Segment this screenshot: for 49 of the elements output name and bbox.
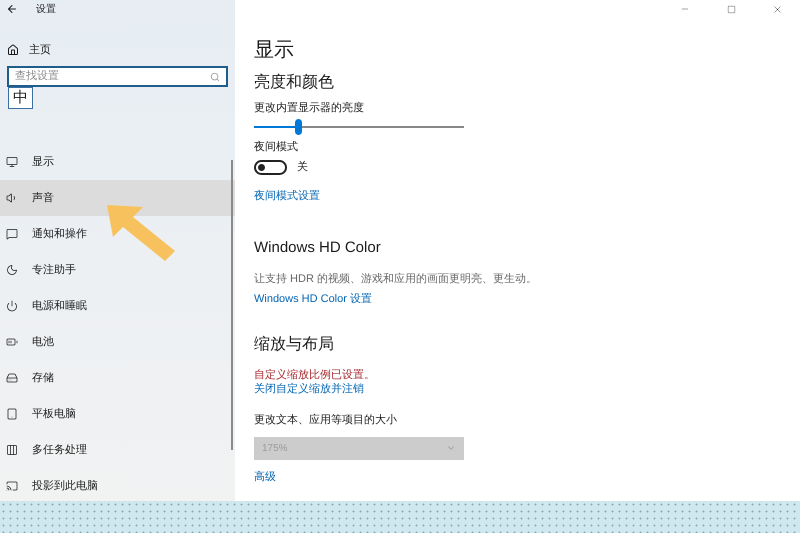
battery-icon [6, 336, 18, 348]
columns-icon [6, 444, 18, 456]
warning-text: 自定义缩放比例已设置。 [254, 368, 376, 382]
moon-icon [6, 264, 18, 276]
maximize-icon [726, 4, 736, 14]
slider-thumb[interactable] [295, 118, 302, 134]
close-icon [772, 4, 782, 14]
nav-item[interactable]: 平板电脑 [0, 396, 235, 432]
nav-item[interactable]: 声音 [0, 180, 235, 216]
section-heading: 缩放与布局 [254, 334, 335, 355]
nav-item[interactable]: 多任务处理 [0, 432, 235, 468]
home-icon[interactable] [7, 44, 19, 56]
brightness-slider[interactable] [254, 118, 464, 134]
scrollbar[interactable] [231, 160, 233, 450]
drive-icon [6, 372, 18, 384]
dropdown-label: 更改文本、应用等项目的大小 [254, 412, 398, 428]
cast-icon [6, 480, 18, 492]
description: 让支持 HDR 的视频、游戏和应用的画面更明亮、更生动。 [254, 272, 538, 287]
arrow-drawing [105, 203, 177, 263]
power-icon [6, 300, 18, 312]
advanced-link[interactable]: 高级 [254, 468, 276, 485]
nav-item[interactable]: 投影到此电脑 [0, 475, 235, 497]
search-input[interactable]: 查找设置 [15, 68, 210, 85]
home-link[interactable]: 主页 [29, 42, 51, 58]
section-heading: 亮度和颜色 [254, 72, 335, 93]
page-title: 显示 [254, 38, 295, 63]
nav-item[interactable]: 显示 [0, 144, 235, 180]
search-field[interactable]: 查找设置 [7, 66, 228, 87]
nav-item[interactable]: 电源和睡眠 [0, 288, 235, 324]
monitor-icon [6, 156, 18, 168]
search-icon [210, 72, 220, 82]
back-icon[interactable] [6, 3, 18, 15]
hd-color-link[interactable]: Windows HD Color 设置 [254, 290, 372, 307]
message-icon [6, 228, 18, 240]
night-light-toggle[interactable] [254, 160, 287, 175]
tablet-icon [6, 408, 18, 420]
toggle-label: 夜间模式 [254, 140, 299, 154]
night-light-link[interactable]: 夜间模式设置 [254, 188, 320, 204]
speaker-icon [6, 192, 18, 204]
nav-item[interactable]: 存储 [0, 360, 235, 396]
toggle-state: 关 [297, 160, 308, 175]
nav-item[interactable]: 电池 [0, 324, 235, 360]
window-title: 设置 [36, 2, 56, 16]
section-heading: Windows HD Color [254, 238, 382, 258]
nav-item[interactable]: 专注助手 [0, 252, 235, 288]
slider-label: 更改内置显示器的亮度 [254, 100, 365, 116]
sign-out-link[interactable]: 关闭自定义缩放并注销 [254, 382, 364, 396]
ime-indicator: 中 [8, 87, 33, 109]
nav-item[interactable]: 通知和操作 [0, 216, 235, 252]
